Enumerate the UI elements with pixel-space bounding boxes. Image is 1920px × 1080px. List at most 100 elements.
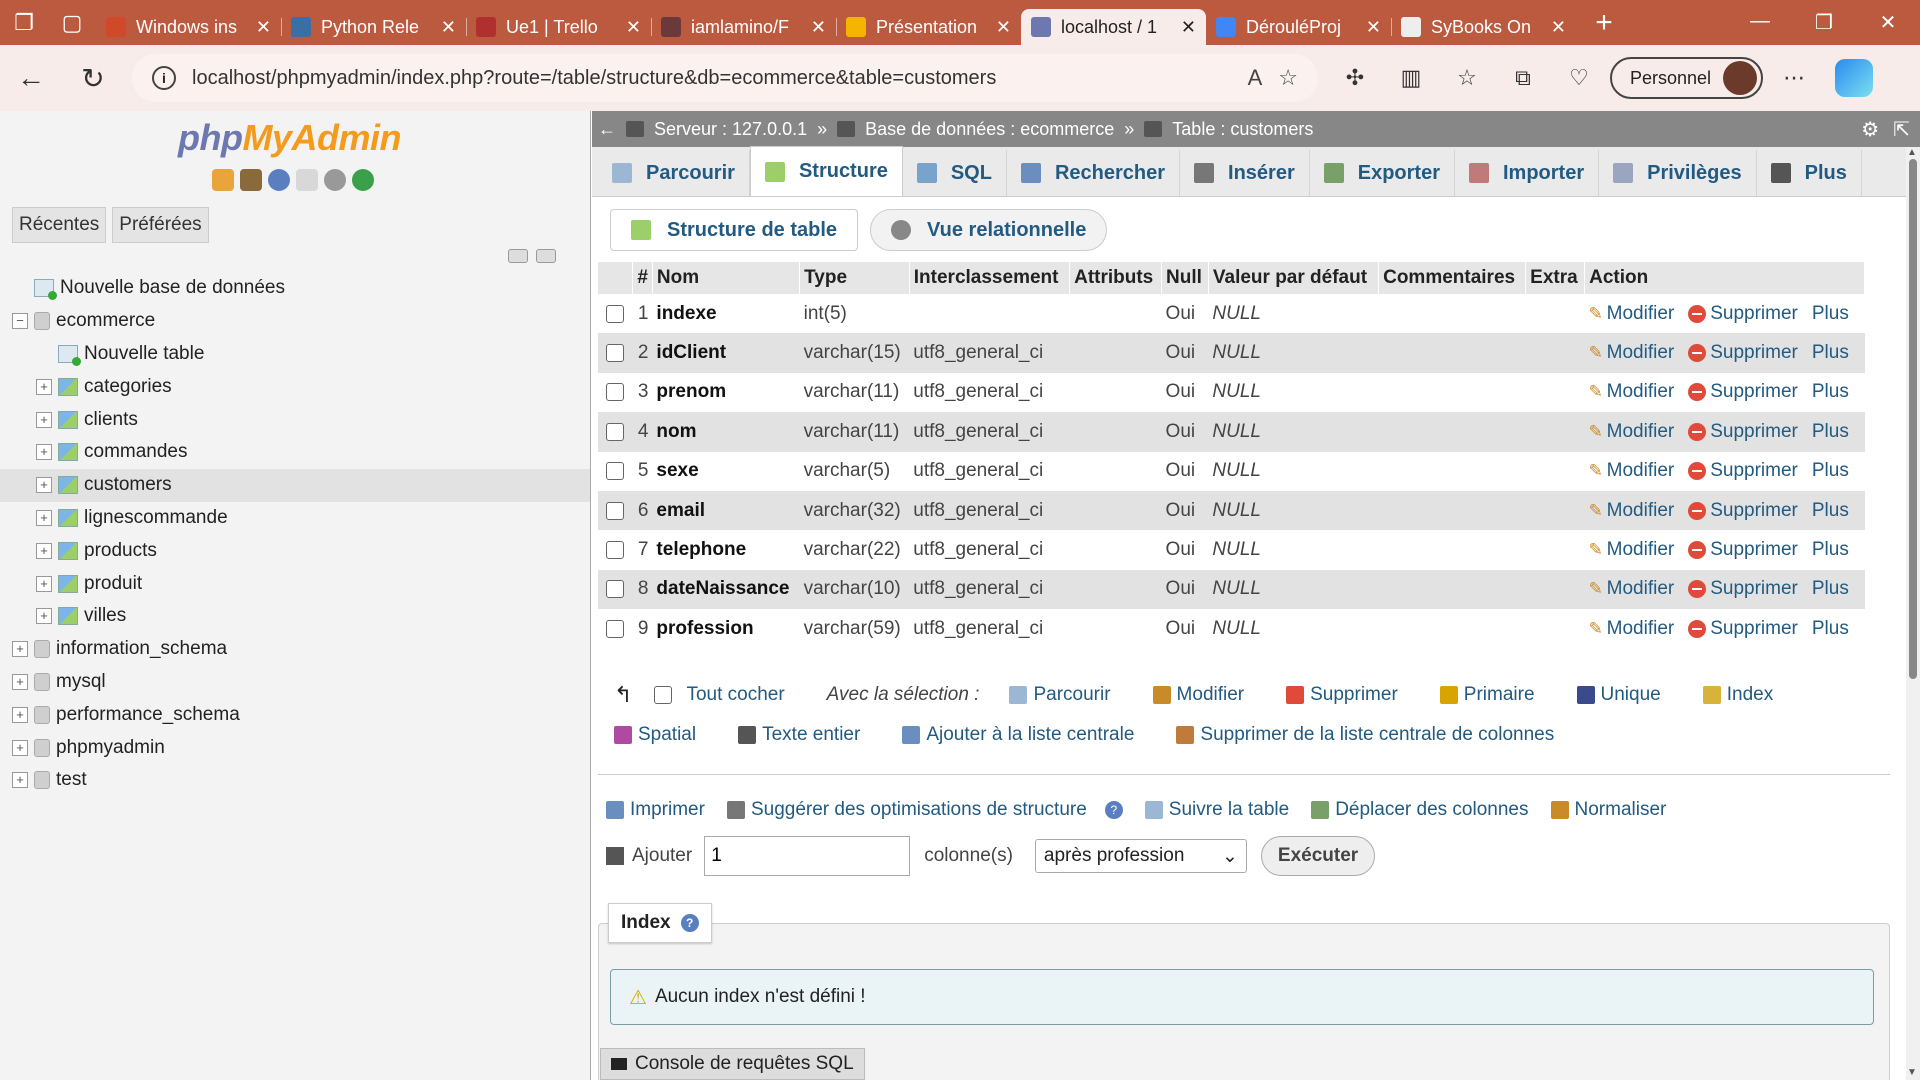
phpmyadmin-logo[interactable]: phpMyAdmin (178, 117, 401, 159)
delete-link[interactable]: Supprimer (1688, 381, 1798, 402)
site-info-icon[interactable]: i (152, 66, 176, 90)
delete-link[interactable]: Supprimer (1688, 342, 1798, 363)
more-link[interactable]: Plus (1812, 342, 1849, 363)
breadcrumb-table[interactable]: Table : customers (1172, 119, 1313, 140)
close-tab-icon[interactable]: ✕ (256, 17, 271, 38)
tab-favorites[interactable]: Préférées (112, 207, 209, 243)
expand-icon[interactable]: + (12, 772, 28, 789)
column-name[interactable]: idClient (652, 333, 800, 373)
tab-plus[interactable]: Plus (1757, 150, 1862, 196)
reload-nav-icon[interactable] (352, 169, 374, 191)
tree-item[interactable]: + commandes (0, 436, 590, 469)
selection-action[interactable]: Spatial (614, 724, 696, 746)
reload-button[interactable]: ↻ (62, 62, 124, 95)
tab-table-structure[interactable]: Structure de table (610, 209, 859, 251)
back-button[interactable]: ← (0, 62, 62, 94)
row-checkbox[interactable] (606, 580, 624, 599)
close-tab-icon[interactable]: ✕ (1181, 17, 1196, 38)
home-icon[interactable] (212, 169, 234, 191)
collapse-icon[interactable]: − (12, 313, 28, 330)
position-select[interactable]: après profession ⌄ (1034, 839, 1247, 873)
close-tab-icon[interactable]: ✕ (996, 17, 1011, 38)
expand-icon[interactable]: + (12, 641, 28, 658)
column-name[interactable]: prenom (652, 373, 799, 412)
help-icon[interactable]: ? (680, 914, 699, 932)
more-link[interactable]: Plus (1812, 578, 1849, 599)
favorite-star-icon[interactable]: ☆ (1278, 65, 1298, 91)
modify-link[interactable]: ✎ Modifier (1589, 342, 1675, 363)
tab-sql[interactable]: SQL (903, 150, 1007, 196)
column-name[interactable]: telephone (652, 530, 799, 569)
delete-link[interactable]: Supprimer (1688, 421, 1798, 442)
column-name[interactable]: profession (652, 609, 799, 648)
tree-item[interactable]: Nouvelle table (0, 338, 590, 371)
tree-item[interactable]: + test (0, 764, 590, 797)
modify-link[interactable]: ✎ Modifier (1589, 539, 1675, 560)
tree-item[interactable]: + phpmyadmin (0, 731, 590, 764)
expand-icon[interactable]: + (36, 378, 52, 395)
collections-icon[interactable]: ⧉ (1498, 65, 1548, 91)
copilot-icon[interactable] (1835, 59, 1874, 97)
profile-button[interactable]: Personnel (1610, 57, 1764, 99)
tool-link[interactable]: Déplacer des colonnes (1311, 799, 1529, 821)
expand-icon[interactable]: + (36, 444, 52, 461)
tree-item[interactable]: Nouvelle base de données (0, 272, 590, 305)
tree-item[interactable]: + customers (0, 468, 590, 502)
column-name[interactable]: sexe (652, 452, 799, 491)
more-link[interactable]: Plus (1812, 460, 1849, 481)
browser-tab[interactable]: Windows ins ✕ (96, 9, 281, 45)
tab-inserer[interactable]: Insérer (1180, 150, 1310, 196)
split-screen-icon[interactable]: ▥ (1386, 65, 1436, 91)
delete-link[interactable]: Supprimer (1688, 500, 1798, 521)
row-checkbox[interactable] (606, 344, 624, 363)
selection-action[interactable]: Unique (1576, 684, 1661, 706)
close-tab-icon[interactable]: ✕ (811, 17, 826, 38)
selection-action[interactable]: Supprimer (1286, 684, 1398, 706)
tree-item[interactable]: + lignescommande (0, 502, 590, 535)
close-tab-icon[interactable]: ✕ (626, 17, 641, 38)
delete-link[interactable]: Supprimer (1688, 618, 1798, 639)
close-tab-icon[interactable]: ✕ (441, 17, 456, 38)
tree-item[interactable]: + information_schema (0, 633, 590, 666)
tree-item[interactable]: + performance_schema (0, 698, 590, 731)
collapse-nav-icon[interactable]: ← (598, 119, 616, 140)
tool-link[interactable]: Suivre la table (1144, 799, 1289, 821)
sql-console-bar[interactable]: Console de requêtes SQL (600, 1048, 865, 1080)
help-icon[interactable]: ? (1104, 801, 1123, 819)
row-checkbox[interactable] (606, 422, 624, 441)
selection-action[interactable]: Parcourir (1009, 684, 1111, 706)
collapse-top-icon[interactable]: ⇱ (1893, 117, 1910, 142)
row-checkbox[interactable] (606, 383, 624, 402)
more-menu-icon[interactable]: ⋯ (1769, 65, 1819, 91)
delete-link[interactable]: Supprimer (1688, 578, 1798, 599)
browser-tab[interactable]: iamlamino/F ✕ (651, 9, 836, 45)
settings-gear-icon[interactable]: ⚙ (1861, 117, 1879, 142)
tab-actions-icon[interactable]: ▢ (48, 0, 96, 45)
close-window-button[interactable]: ✕ (1856, 10, 1920, 35)
expand-icon[interactable]: + (12, 706, 28, 723)
scroll-up-icon[interactable]: ▲ (1907, 147, 1917, 158)
selection-action[interactable]: Supprimer de la liste centrale de colonn… (1176, 724, 1554, 746)
tree-item[interactable]: + categories (0, 370, 590, 403)
tree-item[interactable]: − ecommerce (0, 305, 590, 338)
browser-tab[interactable]: Python Rele ✕ (281, 9, 466, 45)
logout-icon[interactable] (240, 169, 262, 191)
modify-link[interactable]: ✎ Modifier (1589, 421, 1675, 442)
more-link[interactable]: Plus (1812, 381, 1849, 402)
documentation-icon[interactable] (296, 169, 318, 191)
more-link[interactable]: Plus (1812, 618, 1849, 639)
url-text[interactable]: localhost/phpmyadmin/index.php?route=/ta… (192, 67, 1232, 90)
performance-icon[interactable]: ♡ (1554, 65, 1604, 91)
row-checkbox[interactable] (606, 541, 624, 560)
expand-icon[interactable]: + (12, 739, 28, 756)
tree-item[interactable]: + products (0, 534, 590, 567)
expand-icon[interactable]: + (36, 608, 52, 625)
browser-tab[interactable]: localhost / 1 ✕ (1021, 9, 1206, 45)
modify-link[interactable]: ✎ Modifier (1589, 578, 1675, 599)
delete-link[interactable]: Supprimer (1688, 539, 1798, 560)
more-link[interactable]: Plus (1812, 500, 1849, 521)
browser-tab[interactable]: Présentation ✕ (836, 9, 1021, 45)
settings-gear-icon[interactable] (324, 169, 346, 191)
tree-item[interactable]: + clients (0, 403, 590, 436)
tree-item[interactable]: + mysql (0, 666, 590, 699)
